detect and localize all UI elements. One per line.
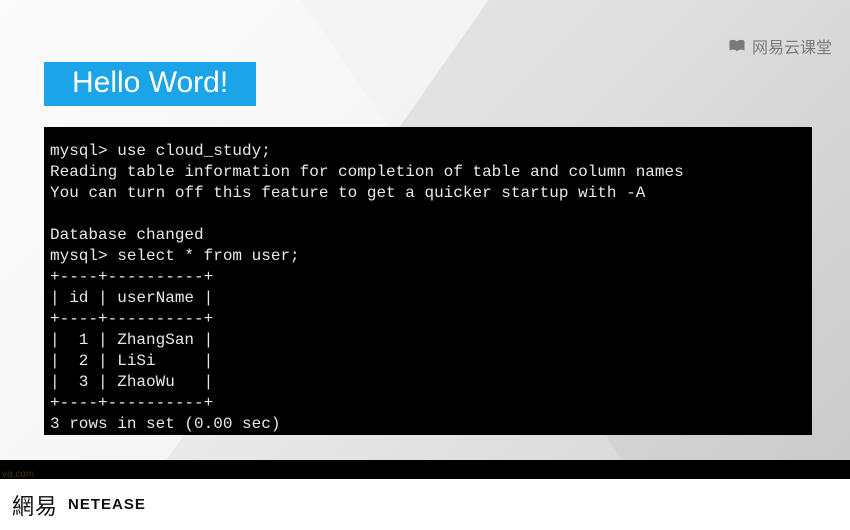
terminal-line: | 3 | ZhaoWu | [50, 373, 213, 391]
terminal-line: Reading table information for completion… [50, 163, 684, 181]
terminal-line: You can turn off this feature to get a q… [50, 184, 645, 202]
footer-black-strip [0, 460, 850, 478]
terminal-line: mysql> use cloud_study; [50, 142, 271, 160]
terminal-line: mysql> select * from user; [50, 247, 300, 265]
terminal-line: | 2 | LiSi | [50, 352, 213, 370]
terminal-line: +----+----------+ [50, 268, 213, 286]
book-icon [728, 39, 746, 53]
terminal-line: 3 rows in set (0.00 sec) [50, 415, 280, 433]
terminal-line: +----+----------+ [50, 394, 213, 412]
terminal-line: +----+----------+ [50, 310, 213, 328]
footer-brand-cn: 網易 [12, 489, 58, 521]
slide-title: Hello Word! [44, 62, 256, 106]
footer-bar: 網易 NETEASE [0, 478, 850, 530]
terminal-line: | 1 | ZhangSan | [50, 331, 213, 349]
footer-brand-en: NETEASE [68, 496, 146, 513]
terminal-output: mysql> use cloud_study; Reading table in… [44, 127, 812, 435]
terminal-line: | id | userName | [50, 289, 213, 307]
watermark-text: 网易云课堂 [752, 34, 832, 58]
watermark-top-right: 网易云课堂 [728, 34, 832, 58]
terminal-line: Database changed [50, 226, 204, 244]
slide-title-text: Hello Word! [72, 66, 228, 99]
